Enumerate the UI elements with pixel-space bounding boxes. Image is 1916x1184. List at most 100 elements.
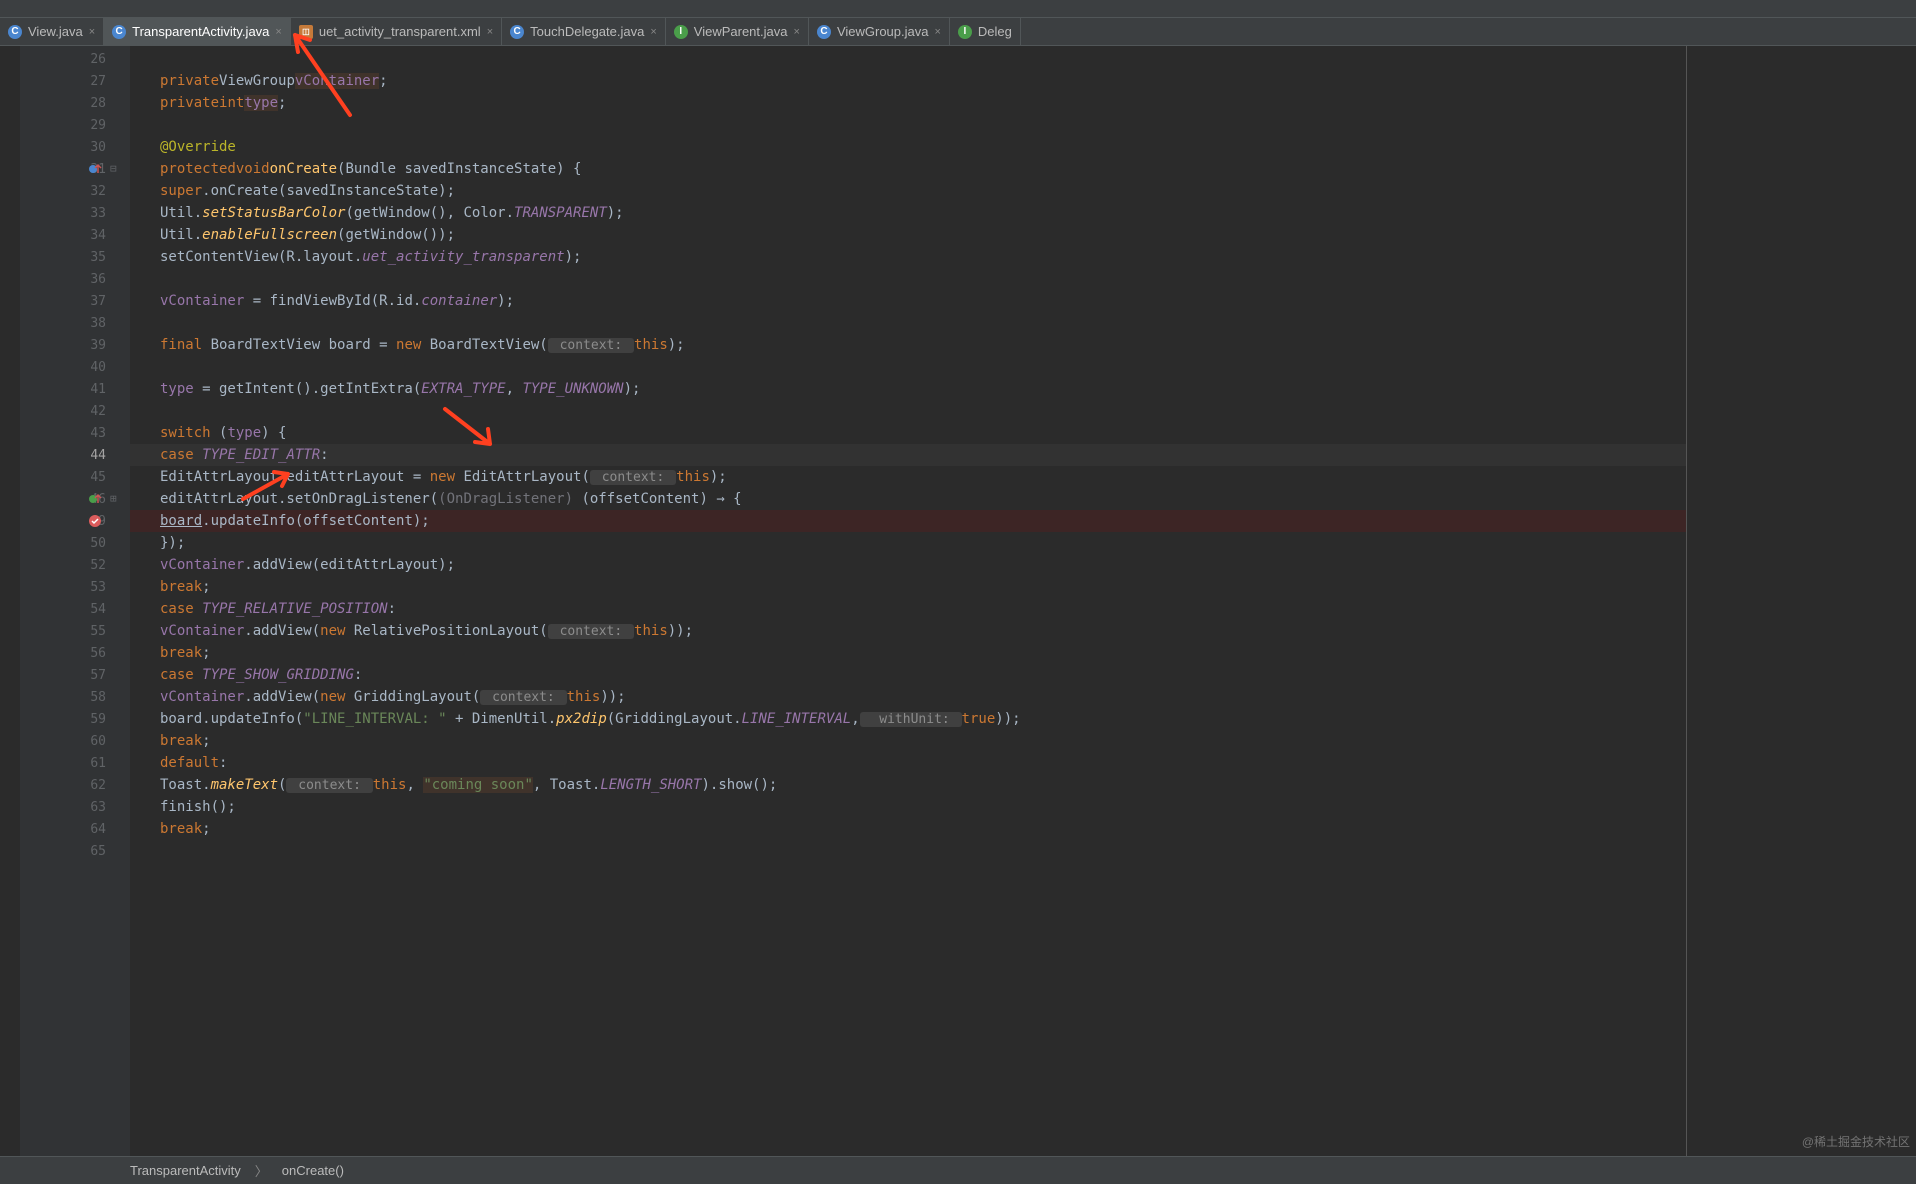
tab-label: View.java xyxy=(28,24,83,39)
close-icon[interactable]: × xyxy=(487,26,493,38)
code-line[interactable]: finish(); xyxy=(130,796,1686,818)
code-line[interactable] xyxy=(130,400,1686,422)
line-number: 33 xyxy=(20,202,130,224)
line-number: 52 xyxy=(20,554,130,576)
code-line[interactable]: Util.enableFullscreen(getWindow()); xyxy=(130,224,1686,246)
class-icon: C xyxy=(112,25,126,39)
code-line[interactable]: case TYPE_SHOW_GRIDDING: xyxy=(130,664,1686,686)
line-number: 36 xyxy=(20,268,130,290)
line-number: 59 xyxy=(20,708,130,730)
code-line[interactable]: Util.setStatusBarColor(getWindow(), Colo… xyxy=(130,202,1686,224)
line-number: 60 xyxy=(20,730,130,752)
annotation-arrow-icon xyxy=(280,20,360,120)
code-line[interactable]: setContentView(R.layout.uet_activity_tra… xyxy=(130,246,1686,268)
close-icon[interactable]: × xyxy=(650,26,656,38)
code-line[interactable] xyxy=(130,840,1686,862)
tab-label: ViewParent.java xyxy=(694,24,788,39)
tab-view-group[interactable]: C ViewGroup.java × xyxy=(809,18,950,45)
right-margin xyxy=(1686,46,1916,1156)
code-line[interactable]: break; xyxy=(130,576,1686,598)
line-number: 40 xyxy=(20,356,130,378)
tab-touch-delegate[interactable]: C TouchDelegate.java × xyxy=(502,18,666,45)
code-line[interactable]: type = getIntent().getIntExtra(EXTRA_TYP… xyxy=(130,378,1686,400)
line-number: 54 xyxy=(20,598,130,620)
code-line[interactable] xyxy=(130,114,1686,136)
tab-view-parent[interactable]: I ViewParent.java × xyxy=(666,18,809,45)
code-line[interactable]: protected void onCreate(Bundle savedInst… xyxy=(130,158,1686,180)
close-icon[interactable]: × xyxy=(934,26,940,38)
close-icon[interactable]: × xyxy=(89,26,95,38)
override-up-icon[interactable] xyxy=(88,162,102,176)
tab-label: Deleg xyxy=(978,24,1012,39)
line-number: 32 xyxy=(20,180,130,202)
left-margin xyxy=(0,46,20,1156)
code-line[interactable]: default: xyxy=(130,752,1686,774)
code-line[interactable]: break; xyxy=(130,730,1686,752)
line-number: 44 xyxy=(20,444,130,466)
code-line[interactable]: vContainer.addView(new RelativePositionL… xyxy=(130,620,1686,642)
code-line[interactable]: vContainer.addView(new GriddingLayout( c… xyxy=(130,686,1686,708)
code-line[interactable]: }); xyxy=(130,532,1686,554)
annotation-arrow-icon xyxy=(440,404,500,454)
code-line[interactable]: break; xyxy=(130,818,1686,840)
breakpoint-icon[interactable] xyxy=(88,514,102,528)
tab-deleg[interactable]: I Deleg xyxy=(950,18,1021,45)
line-number: 57 xyxy=(20,664,130,686)
code-line[interactable] xyxy=(130,268,1686,290)
line-number: 53 xyxy=(20,576,130,598)
line-number: 43 xyxy=(20,422,130,444)
line-number: 64 xyxy=(20,818,130,840)
line-number: 31 ⊟ xyxy=(20,158,130,180)
tab-transparent-activity[interactable]: C TransparentActivity.java × xyxy=(104,18,291,45)
code-line[interactable]: editAttrLayout.setOnDragListener((OnDrag… xyxy=(130,488,1686,510)
line-number: 34 xyxy=(20,224,130,246)
line-number: 63 xyxy=(20,796,130,818)
line-number: 61 xyxy=(20,752,130,774)
code-line[interactable]: final BoardTextView board = new BoardTex… xyxy=(130,334,1686,356)
code-line[interactable] xyxy=(130,48,1686,70)
code-line[interactable]: super.onCreate(savedInstanceState); xyxy=(130,180,1686,202)
watermark: @稀土掘金技术社区 xyxy=(1802,1133,1910,1150)
change-up-icon[interactable] xyxy=(88,492,102,506)
class-icon: C xyxy=(817,25,831,39)
code-line[interactable]: @Override xyxy=(130,136,1686,158)
code-line[interactable]: vContainer = findViewById(R.id.container… xyxy=(130,290,1686,312)
line-number: 26 xyxy=(20,48,130,70)
code-line[interactable]: break; xyxy=(130,642,1686,664)
breadcrumb[interactable]: TransparentActivity 〉 onCreate() xyxy=(0,1156,1916,1184)
line-number: 39 xyxy=(20,334,130,356)
code-line[interactable] xyxy=(130,312,1686,334)
line-number: 35 xyxy=(20,246,130,268)
code-line[interactable]: private ViewGroup vContainer; xyxy=(130,70,1686,92)
breadcrumb-class[interactable]: TransparentActivity xyxy=(130,1163,241,1178)
tab-view[interactable]: C View.java × xyxy=(0,18,104,45)
code-line[interactable]: board.updateInfo("LINE_INTERVAL: " + Dim… xyxy=(130,708,1686,730)
breadcrumb-method[interactable]: onCreate() xyxy=(282,1163,344,1178)
line-number: 58 xyxy=(20,686,130,708)
code-line[interactable]: board.updateInfo(offsetContent); xyxy=(130,510,1686,532)
code-line[interactable]: switch (type) { xyxy=(130,422,1686,444)
annotation-arrow-icon xyxy=(238,464,298,504)
code-line[interactable]: EditAttrLayout editAttrLayout = new Edit… xyxy=(130,466,1686,488)
line-number: 49 xyxy=(20,510,130,532)
code-line[interactable]: case TYPE_EDIT_ATTR: xyxy=(130,444,1686,466)
line-number: 46 ⊞ xyxy=(20,488,130,510)
interface-icon: I xyxy=(674,25,688,39)
code-line[interactable] xyxy=(130,356,1686,378)
code-line[interactable]: vContainer.addView(editAttrLayout); xyxy=(130,554,1686,576)
close-icon[interactable]: × xyxy=(794,26,800,38)
line-number: 29 xyxy=(20,114,130,136)
expand-icon[interactable]: ⊞ xyxy=(110,492,124,506)
fold-icon[interactable]: ⊟ xyxy=(110,162,124,176)
class-icon: C xyxy=(8,25,22,39)
code-area[interactable]: private ViewGroup vContainer; private in… xyxy=(130,46,1686,1156)
line-number: 65 xyxy=(20,840,130,862)
code-line[interactable]: Toast.makeText( context: this, "coming s… xyxy=(130,774,1686,796)
code-line[interactable]: private int type; xyxy=(130,92,1686,114)
code-line[interactable]: case TYPE_RELATIVE_POSITION: xyxy=(130,598,1686,620)
line-number: 45 xyxy=(20,466,130,488)
gutter[interactable]: 26 27 28 29 30 31 ⊟ 32 33 34 35 36 37 38… xyxy=(20,46,130,1156)
tab-label: ViewGroup.java xyxy=(837,24,929,39)
tab-label: TransparentActivity.java xyxy=(132,24,269,39)
top-toolbar xyxy=(0,0,1916,18)
